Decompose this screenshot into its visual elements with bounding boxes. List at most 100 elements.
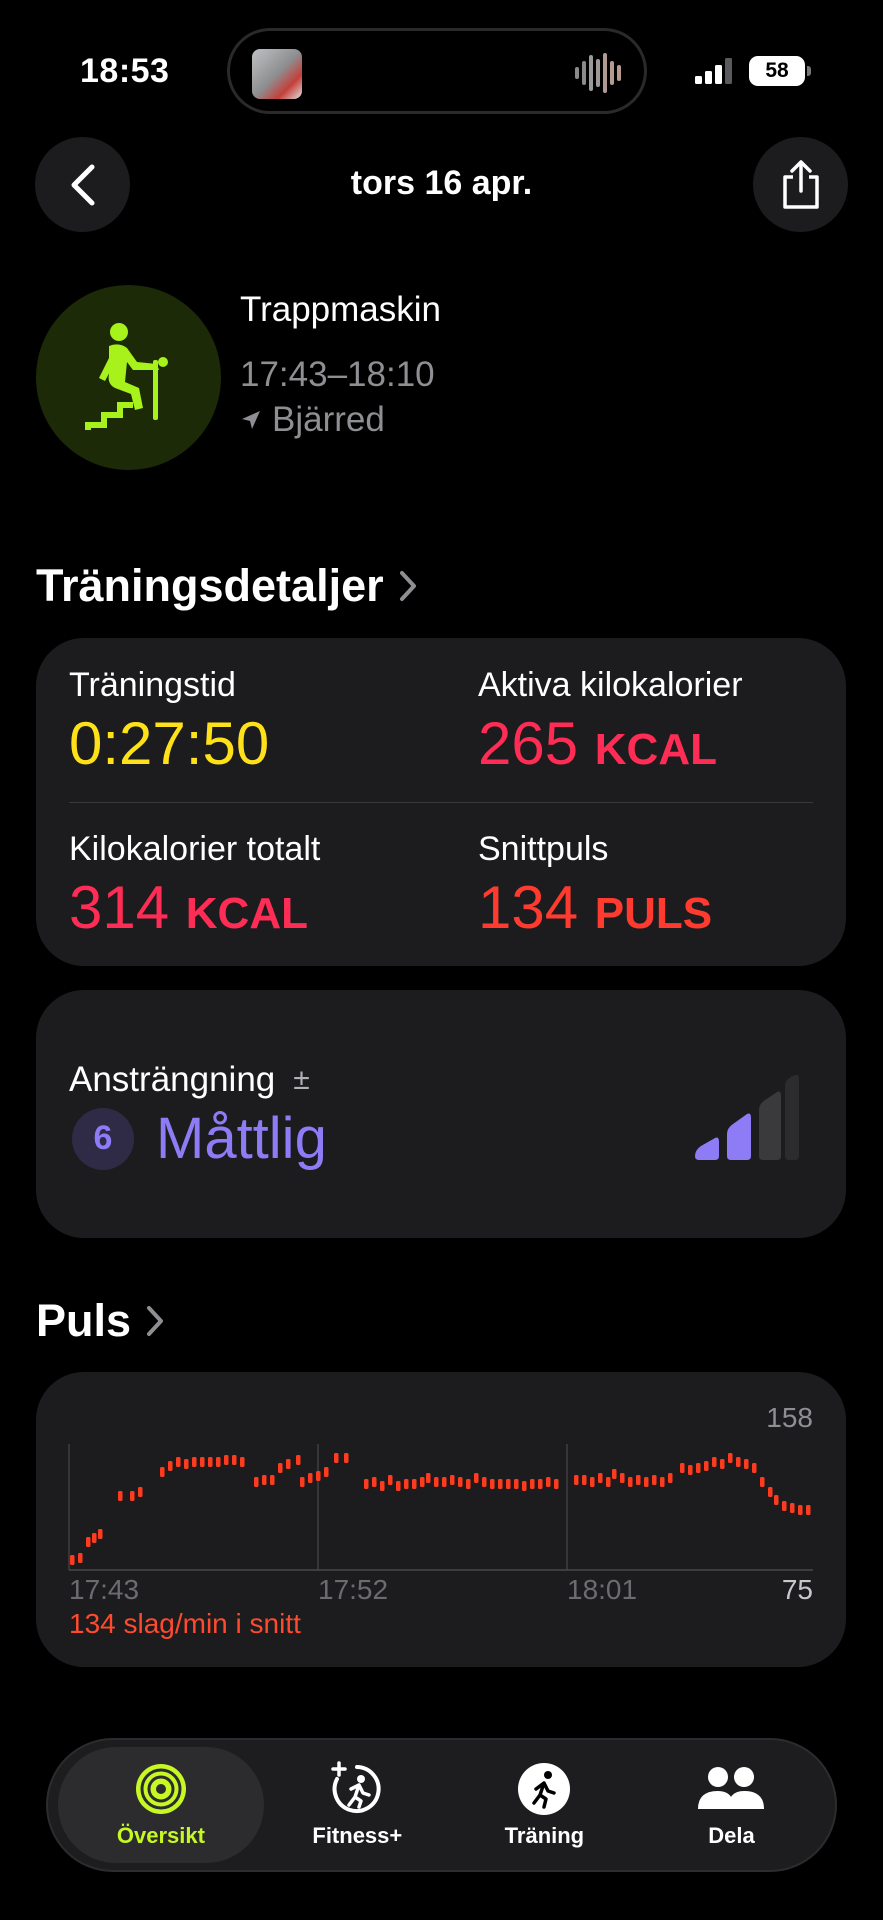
- tab-fitness-plus[interactable]: Fitness+: [264, 1747, 451, 1863]
- effort-label: Ansträngning: [69, 1060, 276, 1099]
- heart-rate-sample: [482, 1477, 487, 1487]
- effort-level-text: Måttlig: [156, 1106, 327, 1171]
- time-tick-label: 17:52: [318, 1574, 389, 1605]
- heart-rate-sample: [450, 1475, 455, 1485]
- share-button[interactable]: [753, 137, 848, 232]
- heart-rate-sample: [160, 1467, 165, 1477]
- workout-details-heading[interactable]: Träningsdetaljer: [36, 560, 418, 612]
- next-section-heading-peek: [36, 1725, 176, 1735]
- dynamic-island[interactable]: [227, 28, 647, 114]
- metric-workout-time: Träningstid 0:27:50: [69, 666, 269, 778]
- heart-rate-max-label: 158: [766, 1402, 813, 1433]
- location-name: Bjärred: [272, 400, 385, 439]
- metrics-divider: [69, 802, 813, 803]
- tab-sharing[interactable]: Dela: [638, 1747, 825, 1863]
- heart-rate-sample: [696, 1463, 701, 1473]
- heart-rate-sample: [70, 1555, 75, 1565]
- heart-rate-sample: [606, 1477, 611, 1487]
- tab-workouts[interactable]: Träning: [451, 1747, 638, 1863]
- heart-rate-sample: [434, 1477, 439, 1487]
- heart-rate-sample: [442, 1477, 447, 1487]
- heart-rate-sample: [396, 1481, 401, 1491]
- share-icon: [782, 159, 819, 209]
- workout-details-card[interactable]: Träningstid 0:27:50 Aktiva kilokalorier …: [36, 638, 846, 966]
- heart-rate-sample: [660, 1477, 665, 1487]
- heart-rate-sample: [768, 1487, 773, 1497]
- heart-rate-sample: [774, 1495, 779, 1505]
- heart-rate-sample: [760, 1477, 765, 1487]
- metric-value: 134 PULS: [478, 874, 713, 941]
- heart-rate-sample: [522, 1481, 527, 1491]
- metric-active-kcal: Aktiva kilokalorier 265 KCAL: [478, 666, 743, 778]
- heart-rate-sample: [278, 1463, 283, 1473]
- heart-rate-title: Puls: [36, 1295, 132, 1346]
- adjust-effort-icon[interactable]: ±: [293, 1063, 309, 1097]
- heart-rate-sample: [798, 1505, 803, 1515]
- workout-time-range: 17:43–18:10: [240, 355, 435, 394]
- heart-rate-sample: [782, 1501, 787, 1511]
- heart-rate-sample: [372, 1477, 377, 1487]
- heart-rate-sample: [404, 1479, 409, 1489]
- heart-rate-min-label: 75: [781, 1574, 813, 1605]
- heart-rate-sample: [598, 1473, 603, 1483]
- heart-rate-sample: [506, 1479, 511, 1489]
- heart-rate-sample: [728, 1453, 733, 1463]
- heart-rate-sample: [704, 1461, 709, 1471]
- heart-rate-sample: [668, 1473, 673, 1483]
- heart-rate-sample: [736, 1457, 741, 1467]
- heart-rate-sample: [420, 1477, 425, 1487]
- tab-label: Översikt: [116, 1823, 205, 1848]
- heart-rate-sample: [574, 1475, 579, 1485]
- heart-rate-sample: [752, 1463, 757, 1473]
- effort-card[interactable]: Ansträngning ± 6 Måttlig: [36, 990, 846, 1238]
- heart-rate-sample: [78, 1553, 83, 1563]
- chevron-right-icon: [399, 571, 416, 601]
- heart-rate-sample: [308, 1473, 313, 1483]
- metric-label: Aktiva kilokalorier: [478, 666, 743, 704]
- heart-rate-sample: [270, 1475, 275, 1485]
- heart-rate-sample: [262, 1475, 267, 1485]
- tab-label: Fitness+: [312, 1823, 403, 1848]
- metric-value: 265 KCAL: [478, 710, 717, 777]
- tab-overview[interactable]: Översikt: [58, 1747, 264, 1863]
- heart-rate-sample: [316, 1471, 321, 1481]
- metric-total-kcal: Kilokalorier totalt 314 KCAL: [69, 830, 320, 942]
- heart-rate-sample: [498, 1479, 503, 1489]
- running-figure-icon: [518, 1763, 571, 1815]
- metric-avg-heart-rate: Snittpuls 134 PULS: [478, 830, 712, 942]
- heart-rate-sample: [344, 1453, 349, 1463]
- heart-rate-sample: [490, 1479, 495, 1489]
- heart-rate-sample: [652, 1475, 657, 1485]
- metric-unit: PULS: [594, 889, 713, 938]
- heart-rate-sample: [612, 1469, 617, 1479]
- heart-rate-sample: [216, 1457, 221, 1467]
- album-art-thumbnail: [252, 49, 302, 99]
- heart-rate-sample: [200, 1457, 205, 1467]
- heart-rate-sample: [388, 1475, 393, 1485]
- heart-rate-sample: [138, 1487, 143, 1497]
- metric-value: 314 KCAL: [69, 874, 308, 941]
- heart-rate-sample: [680, 1463, 685, 1473]
- heart-rate-card[interactable]: 158 17:43 17:52 18:01 75 134 slag/min i …: [36, 1372, 846, 1667]
- effort-value-row: 6 Måttlig: [72, 1105, 327, 1172]
- heart-rate-sample: [628, 1477, 633, 1487]
- heart-rate-sample: [790, 1503, 795, 1513]
- workout-location: Bjärred: [240, 400, 385, 440]
- heart-rate-average: 134 slag/min i snitt: [69, 1608, 301, 1639]
- heart-rate-sample: [168, 1461, 173, 1471]
- heart-rate-sample: [192, 1457, 197, 1467]
- workout-name: Trappmaskin: [240, 290, 441, 329]
- heart-rate-sample: [300, 1477, 305, 1487]
- heart-rate-sample: [688, 1465, 693, 1475]
- tab-bar: Översikt Fitness+ Träning Dela: [46, 1738, 837, 1872]
- time-tick-label: 17:43: [69, 1574, 140, 1605]
- heart-rate-heading[interactable]: Puls: [36, 1295, 165, 1347]
- heart-rate-sample: [546, 1477, 551, 1487]
- heart-rate-sample: [98, 1529, 103, 1539]
- heart-rate-sample: [466, 1479, 471, 1489]
- heart-rate-sample: [296, 1455, 301, 1465]
- heart-rate-sample: [86, 1537, 91, 1547]
- heart-rate-sample: [474, 1473, 479, 1483]
- heart-rate-sample: [364, 1479, 369, 1489]
- heart-rate-sample: [620, 1473, 625, 1483]
